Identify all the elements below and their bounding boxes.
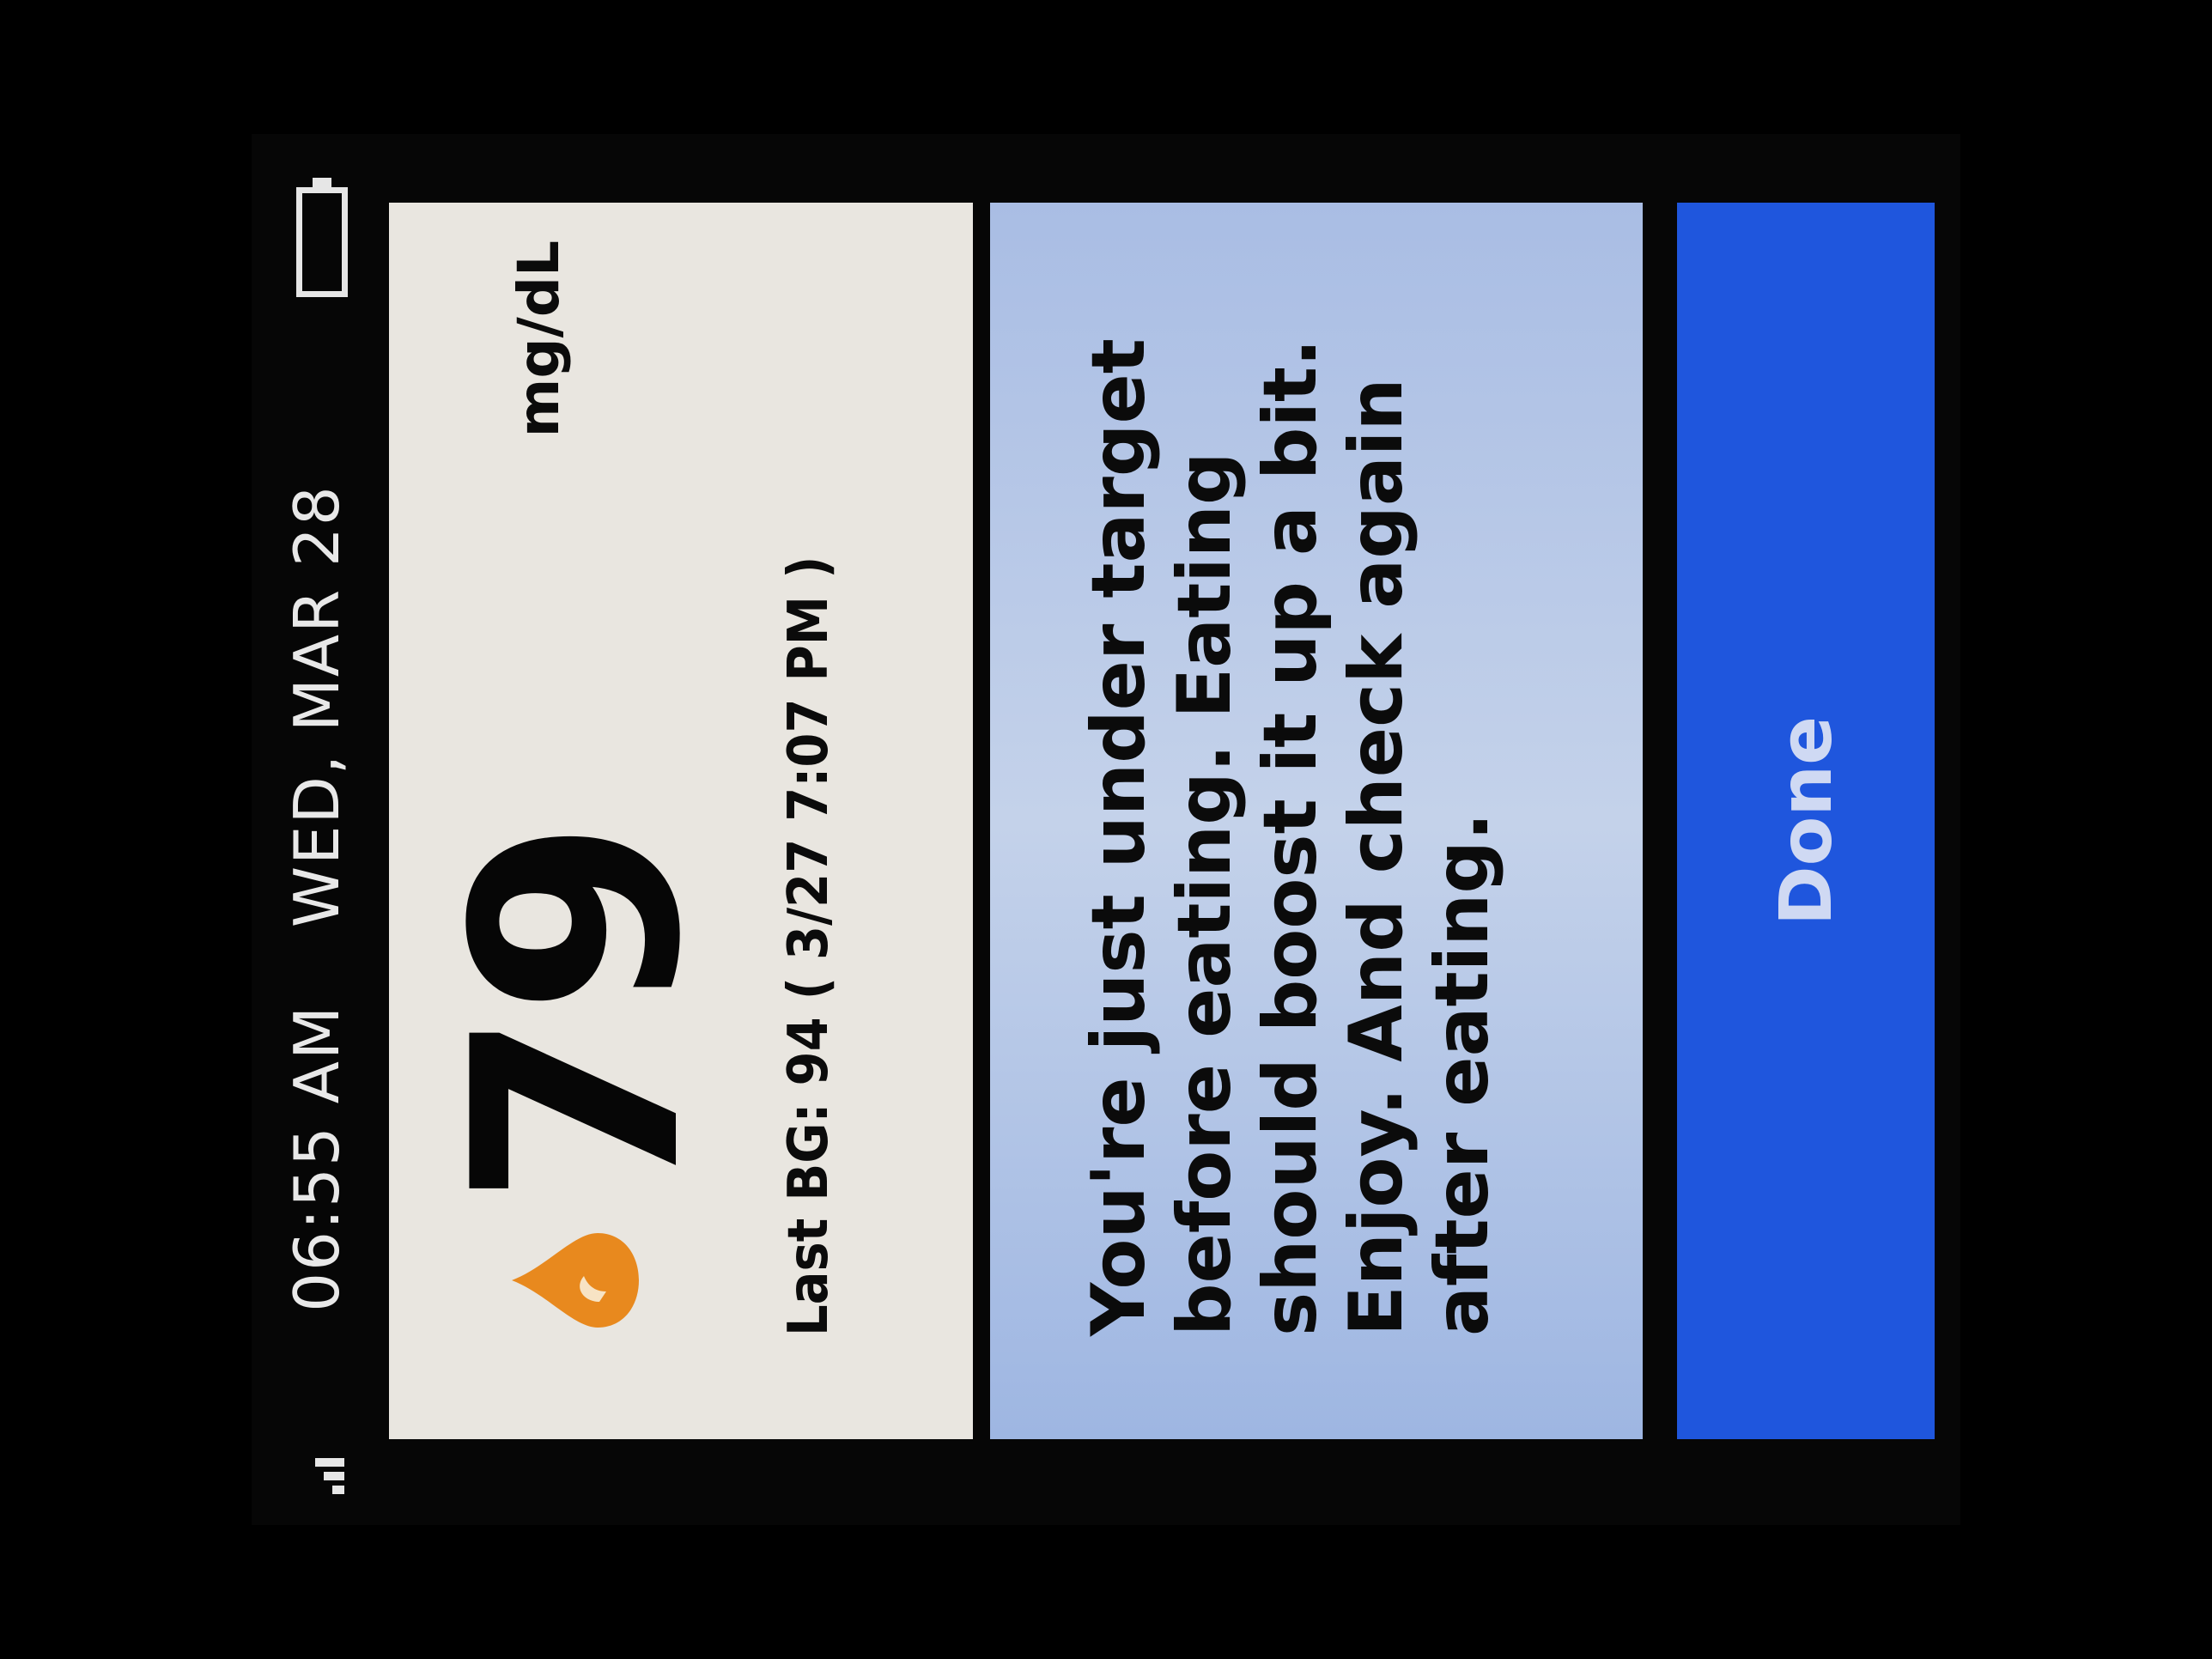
done-button[interactable]: Done [1677, 203, 1935, 1439]
glucose-unit: mg/dL [506, 240, 572, 438]
glucose-reading-panel: 79 mg/dL Last BG: 94 ( 3/27 7:07 PM ) [389, 203, 973, 1439]
glucose-value: 79 [413, 823, 743, 1207]
battery-icon [296, 187, 348, 297]
advice-message-panel: You're just under target before eating. … [990, 203, 1643, 1439]
status-bar: 06:55 AM WED, MAR 28 [252, 134, 372, 1525]
blood-drop-icon [512, 1233, 639, 1328]
advice-message: You're just under target before eating. … [1076, 338, 1505, 1336]
signal-strength-icon [301, 1443, 344, 1494]
done-button-label: Done [1764, 715, 1848, 927]
status-datetime: 06:55 AM WED, MAR 28 [281, 366, 353, 1431]
device-screen: 06:55 AM WED, MAR 28 79 mg/dL Last BG: 9… [252, 134, 1960, 1525]
last-reading-text: Last BG: 94 ( 3/27 7:07 PM ) [777, 556, 841, 1336]
status-time: 06:55 AM [281, 1004, 353, 1312]
status-date: WED, MAR 28 [281, 484, 353, 928]
